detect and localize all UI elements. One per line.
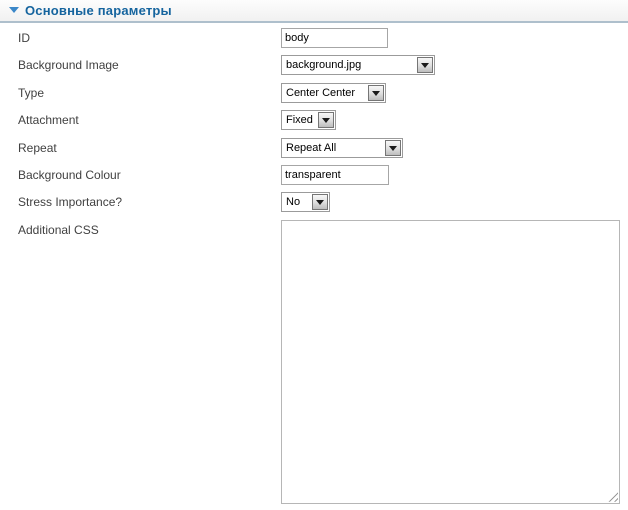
form-row-background-colour: Background Colour [0,164,628,185]
id-input[interactable] [281,28,388,48]
type-select[interactable]: Center Center [281,82,386,103]
attachment-label: Attachment [18,113,79,128]
form-row-attachment: Attachment Fixed [0,110,628,131]
parameters-panel: Основные параметры ID Background Image b… [0,0,628,510]
type-selected-value: Center Center [286,86,356,99]
repeat-label: Repeat [18,140,57,155]
collapse-triangle-icon [9,7,19,13]
repeat-select[interactable]: Repeat All [281,137,403,158]
form-row-id: ID [0,28,628,48]
chevron-down-icon[interactable] [318,112,334,129]
chevron-down-icon[interactable] [312,194,328,211]
repeat-selected-value: Repeat All [286,141,337,154]
chevron-down-icon[interactable] [385,139,401,156]
background-colour-input[interactable] [281,164,389,185]
form-row-stress-importance: Stress Importance? No [0,192,628,213]
background-colour-label: Background Colour [18,167,121,182]
stress-importance-selected-value: No [286,196,301,209]
form-row-additional-css: Additional CSS [0,219,628,504]
parameters-form: ID Background Image background.jpg Type … [0,28,628,510]
background-image-label: Background Image [18,58,119,73]
background-image-select[interactable]: background.jpg [281,55,435,76]
additional-css-label: Additional CSS [18,222,99,237]
attachment-selected-value: Fixed [286,114,313,127]
attachment-select[interactable]: Fixed [281,110,336,131]
stress-importance-select[interactable]: No [281,192,330,213]
panel-header-toggle[interactable]: Основные параметры [0,0,628,23]
form-row-repeat: Repeat Repeat All [0,137,628,158]
panel-title: Основные параметры [25,3,172,18]
chevron-down-icon[interactable] [417,57,433,74]
type-label: Type [18,85,45,100]
stress-importance-label: Stress Importance? [18,195,123,210]
additional-css-textarea[interactable] [281,219,620,504]
id-label: ID [18,31,30,45]
chevron-down-icon[interactable] [368,84,384,101]
form-row-type: Type Center Center [0,82,628,103]
form-row-background-image: Background Image background.jpg [0,55,628,76]
background-image-selected-value: background.jpg [286,59,362,72]
